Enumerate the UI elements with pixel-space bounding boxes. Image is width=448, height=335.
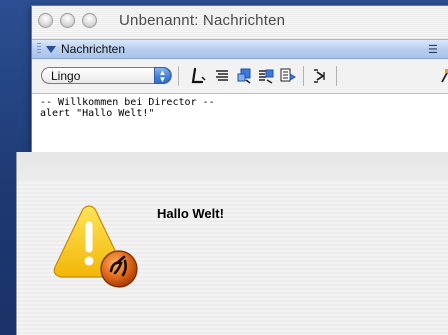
watcher-icon[interactable] bbox=[440, 67, 448, 85]
grip-icon[interactable] bbox=[37, 43, 41, 55]
message-line: -- Willkommen bei Director -- bbox=[40, 97, 215, 108]
step-script-icon[interactable] bbox=[312, 67, 330, 85]
disclosure-triangle-icon[interactable] bbox=[46, 46, 56, 53]
sprite-list-icon[interactable] bbox=[257, 67, 275, 85]
toolbar: Lingo ▲ ▼ bbox=[32, 59, 448, 94]
panel-header[interactable]: Nachrichten ☰ bbox=[32, 40, 448, 59]
alert-dialog: Hallo Welt! bbox=[16, 152, 448, 335]
window-titlebar[interactable]: Unbenannt: Nachrichten bbox=[32, 6, 448, 40]
close-button[interactable] bbox=[38, 13, 53, 28]
window-title: Unbenannt: Nachrichten bbox=[119, 12, 286, 29]
panel-title: Nachrichten bbox=[61, 42, 126, 56]
panel-options-icon[interactable]: ☰ bbox=[428, 43, 438, 56]
message-output[interactable]: -- Willkommen bei Director -- alert "Hall… bbox=[40, 97, 440, 119]
language-select[interactable]: Lingo ▲ ▼ bbox=[41, 67, 172, 84]
message-line: alert "Hallo Welt!" bbox=[40, 108, 155, 119]
toolbar-divider bbox=[178, 66, 179, 86]
message-window: Unbenannt: Nachrichten Nachrichten ☰ Lin… bbox=[31, 5, 448, 157]
toolbar-divider bbox=[303, 66, 304, 86]
cast-member-icon[interactable] bbox=[235, 67, 253, 85]
minimize-button[interactable] bbox=[60, 13, 75, 28]
director-warning-icon bbox=[53, 205, 138, 288]
language-select-value: Lingo bbox=[51, 69, 81, 83]
toolbar-divider bbox=[336, 66, 337, 86]
alert-message: Hallo Welt! bbox=[157, 206, 224, 221]
zoom-button[interactable] bbox=[82, 13, 97, 28]
properties-icon[interactable] bbox=[279, 67, 297, 85]
select-arrows-icon: ▲ ▼ bbox=[154, 67, 171, 84]
script-lines-icon[interactable] bbox=[213, 67, 231, 85]
lingo-l-icon[interactable] bbox=[190, 67, 208, 85]
